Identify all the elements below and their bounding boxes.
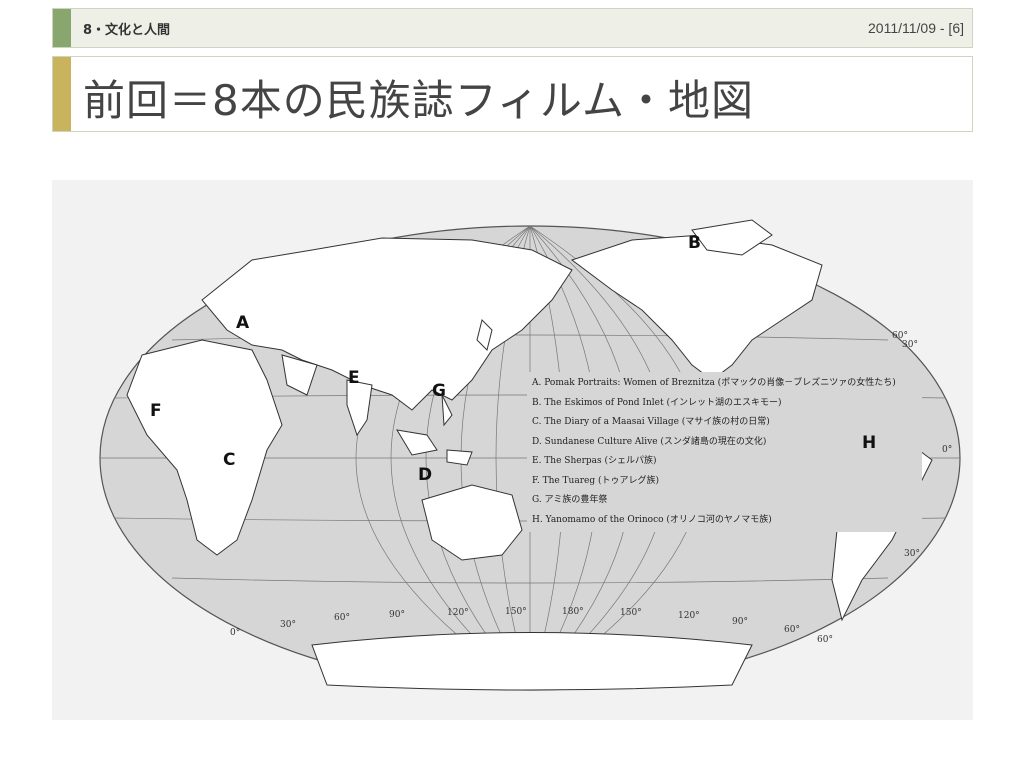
lon-180: 180° xyxy=(562,607,584,617)
legend-item-d: D. Sundanese Culture Alive (スンダ諸島の現在の文化) xyxy=(532,436,767,447)
lon-30: 30° xyxy=(280,620,296,630)
legend-item-h: H. Yanomamo of the Orinoco (オリノコ河のヤノマモ族) xyxy=(532,514,772,525)
section-label: 8・文化と人間 xyxy=(83,23,171,38)
marker-c: C xyxy=(223,450,235,470)
lon-90: 90° xyxy=(389,610,405,620)
lon-150: 150° xyxy=(505,607,527,617)
marker-g: G xyxy=(432,381,446,401)
header-bar: 8・文化と人間 2011/11/09 - [6] xyxy=(52,8,973,48)
lon-0: 0° xyxy=(230,628,240,638)
lon-60w: 60° xyxy=(784,625,800,635)
legend-item-f: F. The Tuareg (トゥアレグ族) xyxy=(532,475,659,486)
marker-e: E xyxy=(348,368,360,388)
date-page-label: 2011/11/09 - [6] xyxy=(868,20,964,36)
lon-120w: 120° xyxy=(678,611,700,621)
marker-b: B xyxy=(688,233,701,253)
java xyxy=(446,449,473,466)
legend-item-c: C. The Diary of a Maasai Village (マサイ族の村… xyxy=(532,417,770,427)
lat-60s: 60° xyxy=(817,635,833,645)
lon-120: 120° xyxy=(447,608,469,618)
marker-f: F xyxy=(150,401,162,421)
film-legend: A. Pomak Portraits: Women of Breznitza (… xyxy=(532,376,932,532)
legend-item-g: G. アミ族の豊年祭 xyxy=(532,495,608,505)
lat-30s: 30° xyxy=(904,549,920,559)
lon-90w: 90° xyxy=(732,617,748,627)
lat-0: 0° xyxy=(942,445,952,455)
lat-30n: 30° xyxy=(902,340,918,350)
marker-a: A xyxy=(236,313,250,333)
lon-60: 60° xyxy=(334,613,350,623)
world-map: 0° 30° 60° 90° 120° 150° 180° 150° 120° … xyxy=(52,180,973,720)
lon-150w: 150° xyxy=(620,608,642,618)
legend-item-e: E. The Sherpas (シェルパ族) xyxy=(532,456,657,466)
title-accent xyxy=(53,57,71,131)
marker-d: D xyxy=(418,465,432,485)
header-accent xyxy=(53,9,71,47)
antarctica xyxy=(311,632,753,691)
title-bar: 前回＝8本の民族誌フィルム・地図 xyxy=(52,56,973,132)
legend-item-b: B. The Eskimos of Pond Inlet (インレット湖のエスキ… xyxy=(532,397,782,408)
slide-title: 前回＝8本の民族誌フィルム・地図 xyxy=(83,76,755,125)
legend-item-a: A. Pomak Portraits: Women of Breznitza (… xyxy=(532,378,896,388)
